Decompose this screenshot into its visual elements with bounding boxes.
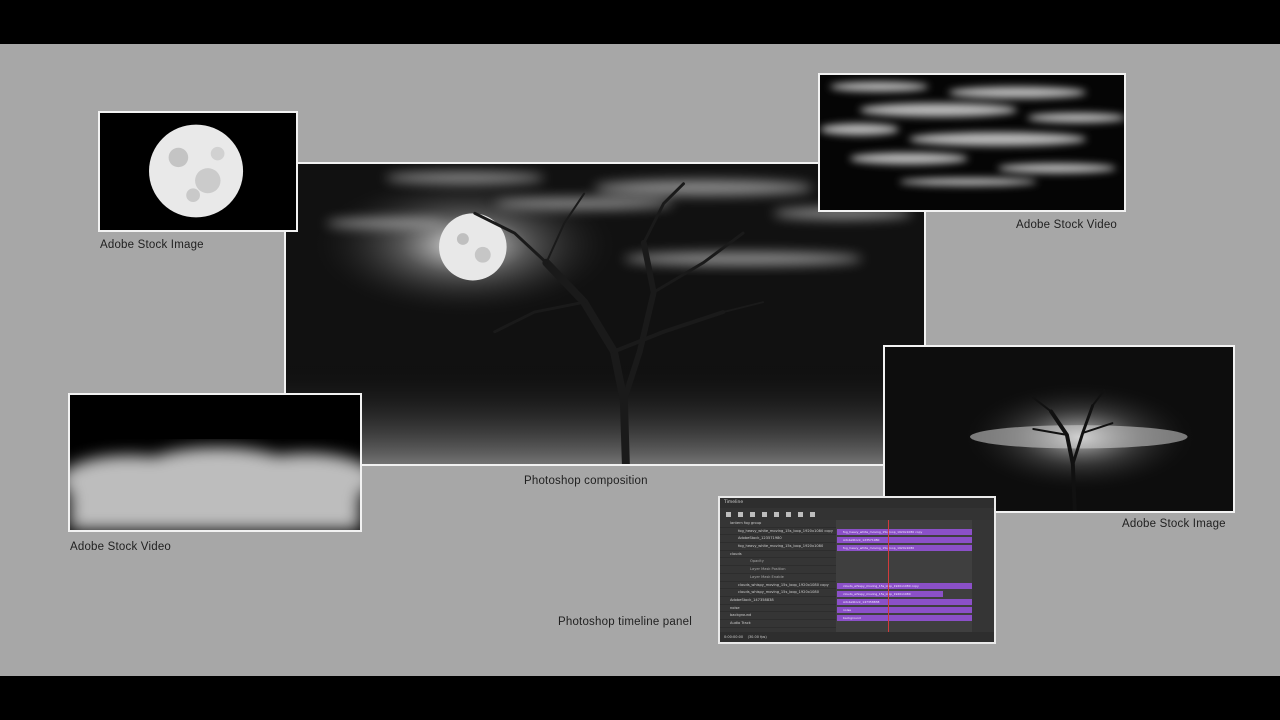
timeline-row[interactable]: AdobeStock_123571980	[720, 535, 836, 544]
timeline-row[interactable]: clouds_whispy_moving_15s_loop_1920x1080 …	[720, 582, 836, 590]
timeline-row[interactable]: Audio Track	[720, 620, 836, 628]
timeline-tracks: fog_heavy_white_moving_15s_loop_1920x108…	[836, 520, 973, 632]
timeline-row[interactable]: noise	[720, 605, 836, 613]
stage: Adobe Stock Image Adobe Stock Video Adob…	[0, 44, 1280, 676]
timeline-row[interactable]: Layer Mask Enable	[720, 574, 836, 582]
caption-bottom-left: Adobe Stock Video	[70, 541, 172, 553]
split-icon[interactable]	[798, 511, 803, 517]
timeline-row[interactable]: background	[720, 612, 836, 620]
timeline-row[interactable]: fog_heavy_white_moving_15s_loop_1920x108…	[720, 528, 836, 536]
caption-center: Photoshop composition	[524, 475, 648, 487]
stock-image-moon	[98, 111, 298, 232]
timeline-row[interactable]: Layer Mask Position	[720, 566, 836, 574]
stock-video-fog	[68, 393, 362, 532]
timeline-row[interactable]: clouds_whispy_moving_15s_loop_1920x1080	[720, 589, 836, 597]
timeline-row[interactable]: lantern fog group	[720, 520, 836, 528]
previous-frame-icon[interactable]	[738, 511, 743, 517]
timeline-clip[interactable]: AdobeStock_147358838	[837, 599, 973, 605]
timeline-playhead[interactable]	[888, 520, 889, 632]
caption-timeline: Photoshop timeline panel	[558, 616, 692, 628]
stock-image-tree	[883, 345, 1235, 513]
timeline-clip[interactable]: background	[837, 615, 973, 621]
timeline-clip[interactable]: clouds_whispy_moving_15s_loop_1920x1080	[837, 591, 943, 597]
caption-top-right: Adobe Stock Video	[1016, 219, 1118, 231]
timeline-body: lantern fog group fog_heavy_white_moving…	[720, 520, 994, 632]
frame-rate: (30.00 fps)	[747, 635, 767, 639]
timeline-panel: Timeline lantern fog group fog_heavy_whi…	[718, 496, 996, 644]
timeline-clip[interactable]: clouds_whispy_moving_15s_loop_1920x1080 …	[837, 583, 973, 589]
timeline-row[interactable]: Opacity	[720, 558, 836, 567]
caption-bottom-right: Adobe Stock Image	[1122, 518, 1226, 530]
timeline-side-controls	[972, 520, 994, 632]
timeline-clip[interactable]: noise	[837, 607, 973, 613]
timeline-layer-list: lantern fog group fog_heavy_white_moving…	[720, 520, 836, 632]
timeline-clip[interactable]: fog_heavy_white_moving_15s_loop_1920x108…	[837, 545, 973, 551]
audio-icon[interactable]	[774, 511, 779, 517]
timeline-row[interactable]: clouds	[720, 551, 836, 559]
play-icon[interactable]	[750, 511, 755, 517]
caption-top-left: Adobe Stock Image	[100, 239, 204, 251]
settings-icon[interactable]	[786, 511, 791, 517]
transition-icon[interactable]	[810, 511, 815, 517]
timeline-clip[interactable]: AdobeStock_123571980	[837, 537, 973, 543]
timecode: 0:00:00:00	[724, 635, 744, 639]
timeline-title: Timeline	[720, 498, 994, 508]
timeline-clip[interactable]: fog_heavy_white_moving_15s_loop_1920x108…	[837, 529, 973, 535]
timeline-footer: 0:00:00:00 (30.00 fps)	[720, 632, 994, 642]
timeline-row[interactable]: AdobeStock_147358838	[720, 597, 836, 605]
timeline-row[interactable]: fog_heavy_white_moving_15s_loop_1920x108…	[720, 543, 836, 551]
first-frame-icon[interactable]	[726, 511, 731, 517]
next-frame-icon[interactable]	[762, 511, 767, 517]
timeline-toolbar	[720, 508, 994, 520]
stock-video-clouds	[818, 73, 1126, 212]
